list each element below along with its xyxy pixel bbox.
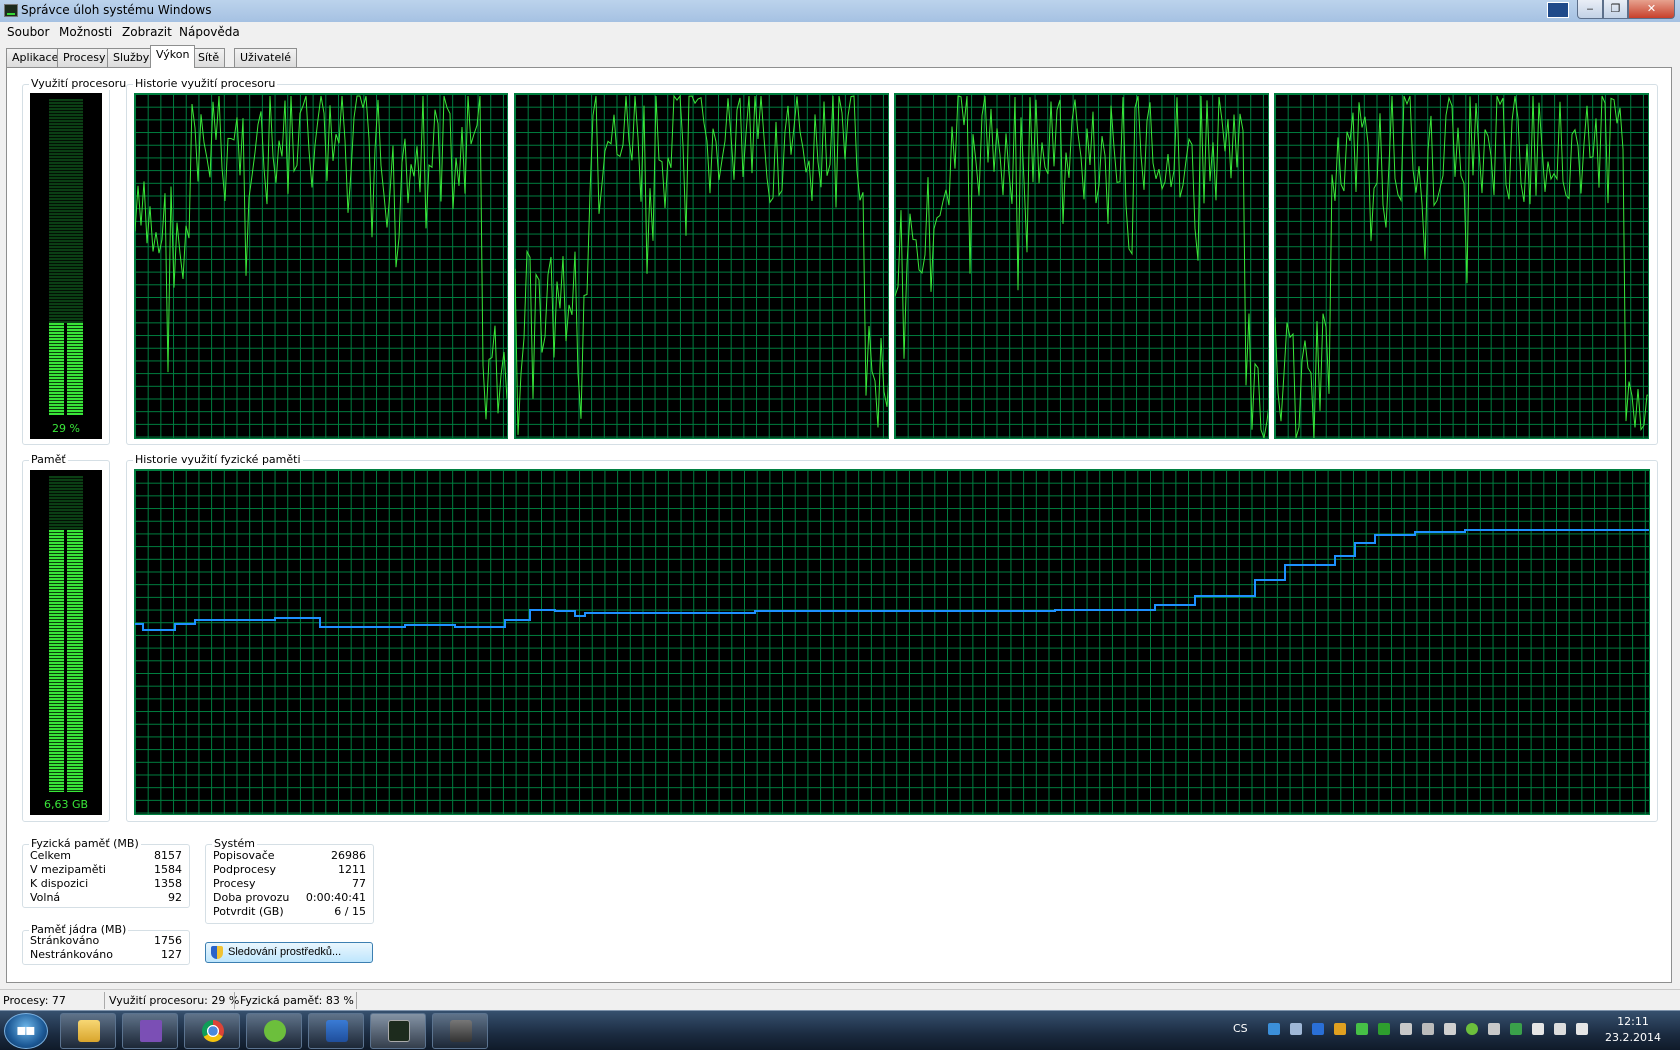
cpu-history-line: [135, 95, 507, 420]
title-bar: Správce úloh systému Windows ‒ ❐ ✕: [0, 0, 1680, 22]
stat-row: Procesy 77: [213, 877, 366, 890]
shield-app-icon: [326, 1020, 348, 1042]
taskbar-utorrent[interactable]: [246, 1013, 302, 1049]
tray-icon[interactable]: [1356, 1023, 1368, 1035]
resource-monitor-button[interactable]: Sledování prostředků...: [205, 942, 373, 963]
taskbar-explorer[interactable]: [60, 1013, 116, 1049]
bluetooth-icon[interactable]: [1312, 1023, 1324, 1035]
tray-icon[interactable]: [1422, 1023, 1434, 1035]
minimize-button[interactable]: ‒: [1577, 0, 1603, 19]
taskbar-visual-studio[interactable]: [122, 1013, 178, 1049]
cpu-history-title: Historie využití procesoru: [133, 77, 278, 90]
tab-networking[interactable]: Sítě: [192, 48, 226, 67]
tab-services[interactable]: Služby: [107, 48, 156, 67]
stat-row: Nestránkováno 127: [30, 948, 182, 961]
start-orb-icon[interactable]: [4, 1013, 48, 1049]
clock-time: 12:11: [1617, 1015, 1649, 1028]
uac-shield-icon: [211, 946, 223, 959]
cpu-core-graph-4: [1274, 93, 1649, 439]
menu-bar: Soubor Možnosti Zobrazit Nápověda: [0, 22, 1680, 42]
stat-row: Volná 92: [30, 891, 182, 904]
cpu-meter-fill: [49, 323, 83, 415]
tray-icon[interactable]: [1488, 1023, 1500, 1035]
window-title: Správce úloh systému Windows: [21, 3, 212, 17]
menu-help[interactable]: Nápověda: [179, 25, 240, 39]
display-icon[interactable]: [1547, 2, 1569, 18]
memory-meter-empty: [49, 476, 83, 530]
resource-monitor-label: Sledování prostředků...: [228, 946, 342, 958]
menu-options[interactable]: Možnosti: [59, 25, 112, 39]
chrome-icon: [202, 1020, 224, 1042]
tray-icon[interactable]: [1510, 1023, 1522, 1035]
memory-history-graph: [134, 469, 1650, 815]
memory-meter: 6,63 GB: [30, 470, 102, 815]
clock[interactable]: 12:11 23.2.2014: [1596, 1014, 1670, 1046]
cpu-history-line: [895, 95, 1268, 438]
cpu-usage-title: Využití procesoru: [29, 77, 129, 90]
stat-row: Stránkováno 1756: [30, 934, 182, 947]
stat-row: Popisovače 26986: [213, 849, 366, 862]
cpu-usage-label: 29 %: [52, 422, 80, 435]
tray-icon[interactable]: [1334, 1023, 1346, 1035]
menu-view[interactable]: Zobrazit: [122, 25, 172, 39]
utorrent-icon: [264, 1020, 286, 1042]
memory-title: Paměť: [29, 453, 68, 466]
explorer-icon: [78, 1020, 100, 1042]
status-bar: Procesy: 77 Využití procesoru: 29 % Fyzi…: [0, 989, 1680, 1010]
taskbar-game[interactable]: [432, 1013, 488, 1049]
tray-icon[interactable]: [1444, 1023, 1456, 1035]
memory-history-title: Historie využití fyzické paměti: [133, 453, 303, 466]
tray-icon[interactable]: [1268, 1023, 1280, 1035]
steam-icon[interactable]: [1400, 1023, 1412, 1035]
stat-row: Podprocesy 1211: [213, 863, 366, 876]
taskbar-shield-app[interactable]: [308, 1013, 364, 1049]
tab-applications[interactable]: Aplikace: [6, 48, 65, 67]
taskbar-task-manager[interactable]: [370, 1013, 426, 1049]
cpu-history-line: [515, 94, 888, 435]
utorrent-tray-icon[interactable]: [1466, 1023, 1478, 1035]
tab-performance[interactable]: Výkon: [150, 45, 196, 68]
memory-history-line: [135, 529, 1649, 631]
memory-label: 6,63 GB: [43, 798, 89, 811]
cpu-core-graph-1: [134, 93, 508, 439]
visual-studio-icon: [140, 1020, 162, 1042]
game-icon: [450, 1020, 472, 1042]
taskbar: CS 12:11 23.2.2014: [0, 1010, 1680, 1050]
tab-users[interactable]: Uživatelé: [234, 48, 298, 67]
volume-icon[interactable]: [1576, 1023, 1588, 1035]
tray-icon[interactable]: [1290, 1023, 1302, 1035]
task-manager-icon: [4, 4, 18, 17]
cpu-meter: 29 %: [30, 93, 102, 439]
stat-row: Potvrdit (GB) 6 / 15: [213, 905, 366, 918]
system-group: Systém Popisovače 26986 Podprocesy 1211 Pr…: [205, 837, 374, 924]
network-icon[interactable]: [1554, 1023, 1566, 1035]
maximize-button[interactable]: ❐: [1603, 0, 1628, 19]
cpu-meter-empty: [49, 99, 83, 323]
status-processes: Procesy: 77: [3, 994, 66, 1007]
tab-processes[interactable]: Procesy: [57, 48, 112, 67]
physical-memory-group: Fyzická paměť (MB) Celkem 8157 V mezipamě…: [22, 837, 190, 908]
cpu-history-line: [1275, 95, 1648, 438]
stat-row: Celkem 8157: [30, 849, 182, 862]
tray-icon[interactable]: [1378, 1023, 1390, 1035]
task-manager-icon: [388, 1020, 410, 1042]
cpu-core-graph-2: [514, 93, 889, 439]
action-center-icon[interactable]: [1532, 1023, 1544, 1035]
stat-row: V mezipaměti 1584: [30, 863, 182, 876]
menu-file[interactable]: Soubor: [7, 25, 49, 39]
status-cpu: Využití procesoru: 29 %: [109, 994, 240, 1007]
tab-strip: Aplikace Procesy Služby Výkon Sítě Uživa…: [0, 44, 1680, 68]
close-button[interactable]: ✕: [1628, 0, 1675, 19]
status-memory: Fyzická paměť: 83 %: [240, 994, 354, 1007]
clock-date: 23.2.2014: [1605, 1031, 1661, 1044]
memory-meter-fill: [49, 530, 83, 792]
language-indicator[interactable]: CS: [1233, 1022, 1248, 1035]
taskbar-chrome[interactable]: [184, 1013, 240, 1049]
stat-row: K dispozici 1358: [30, 877, 182, 890]
stat-row: Doba provozu 0:00:40:41: [213, 891, 366, 904]
cpu-core-graph-3: [894, 93, 1269, 439]
kernel-memory-group: Paměť jádra (MB) Stránkováno 1756 Nestrán…: [22, 923, 190, 965]
